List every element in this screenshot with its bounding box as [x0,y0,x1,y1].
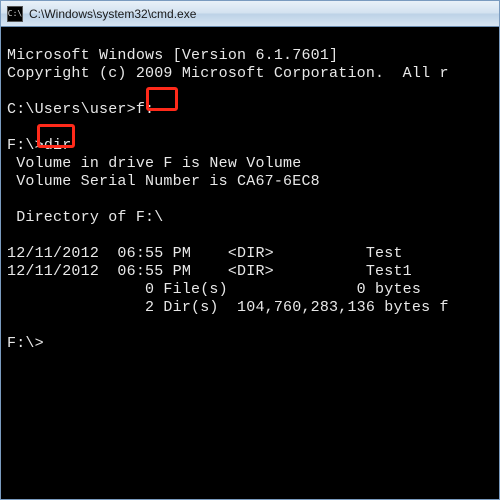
terminal-output[interactable]: Microsoft Windows [Version 6.1.7601] Cop… [1,27,499,499]
typed-command-drive: f: [136,101,154,118]
prompt-f-cursor: F:\> [7,335,44,352]
typed-command-dir: dir [44,137,72,154]
window-title: C:\Windows\system32\cmd.exe [29,7,196,21]
volume-label-line: Volume in drive F is New Volume [7,155,301,172]
volume-serial-line: Volume Serial Number is CA67-6EC8 [7,173,320,190]
banner-line-1: Microsoft Windows [Version 6.1.7601] [7,47,338,64]
banner-line-2: Copyright (c) 2009 Microsoft Corporation… [7,65,449,82]
dir-entry-test: 12/11/2012 06:55 PM <DIR> Test [7,245,403,262]
prompt-f: F:\> [7,137,44,154]
dir-entry-test1: 12/11/2012 06:55 PM <DIR> Test1 [7,263,412,280]
dir-summary-files: 0 File(s) 0 bytes [7,281,421,298]
dir-summary-dirs: 2 Dir(s) 104,760,283,136 bytes f [7,299,449,316]
cmd-icon: C:\ [7,6,23,22]
titlebar[interactable]: C:\ C:\Windows\system32\cmd.exe [1,1,499,27]
directory-of-line: Directory of F:\ [7,209,163,226]
cmd-window: C:\ C:\Windows\system32\cmd.exe Microsof… [0,0,500,500]
prompt-c-users: C:\Users\user> [7,101,136,118]
cmd-icon-glyph: C:\ [8,9,22,18]
